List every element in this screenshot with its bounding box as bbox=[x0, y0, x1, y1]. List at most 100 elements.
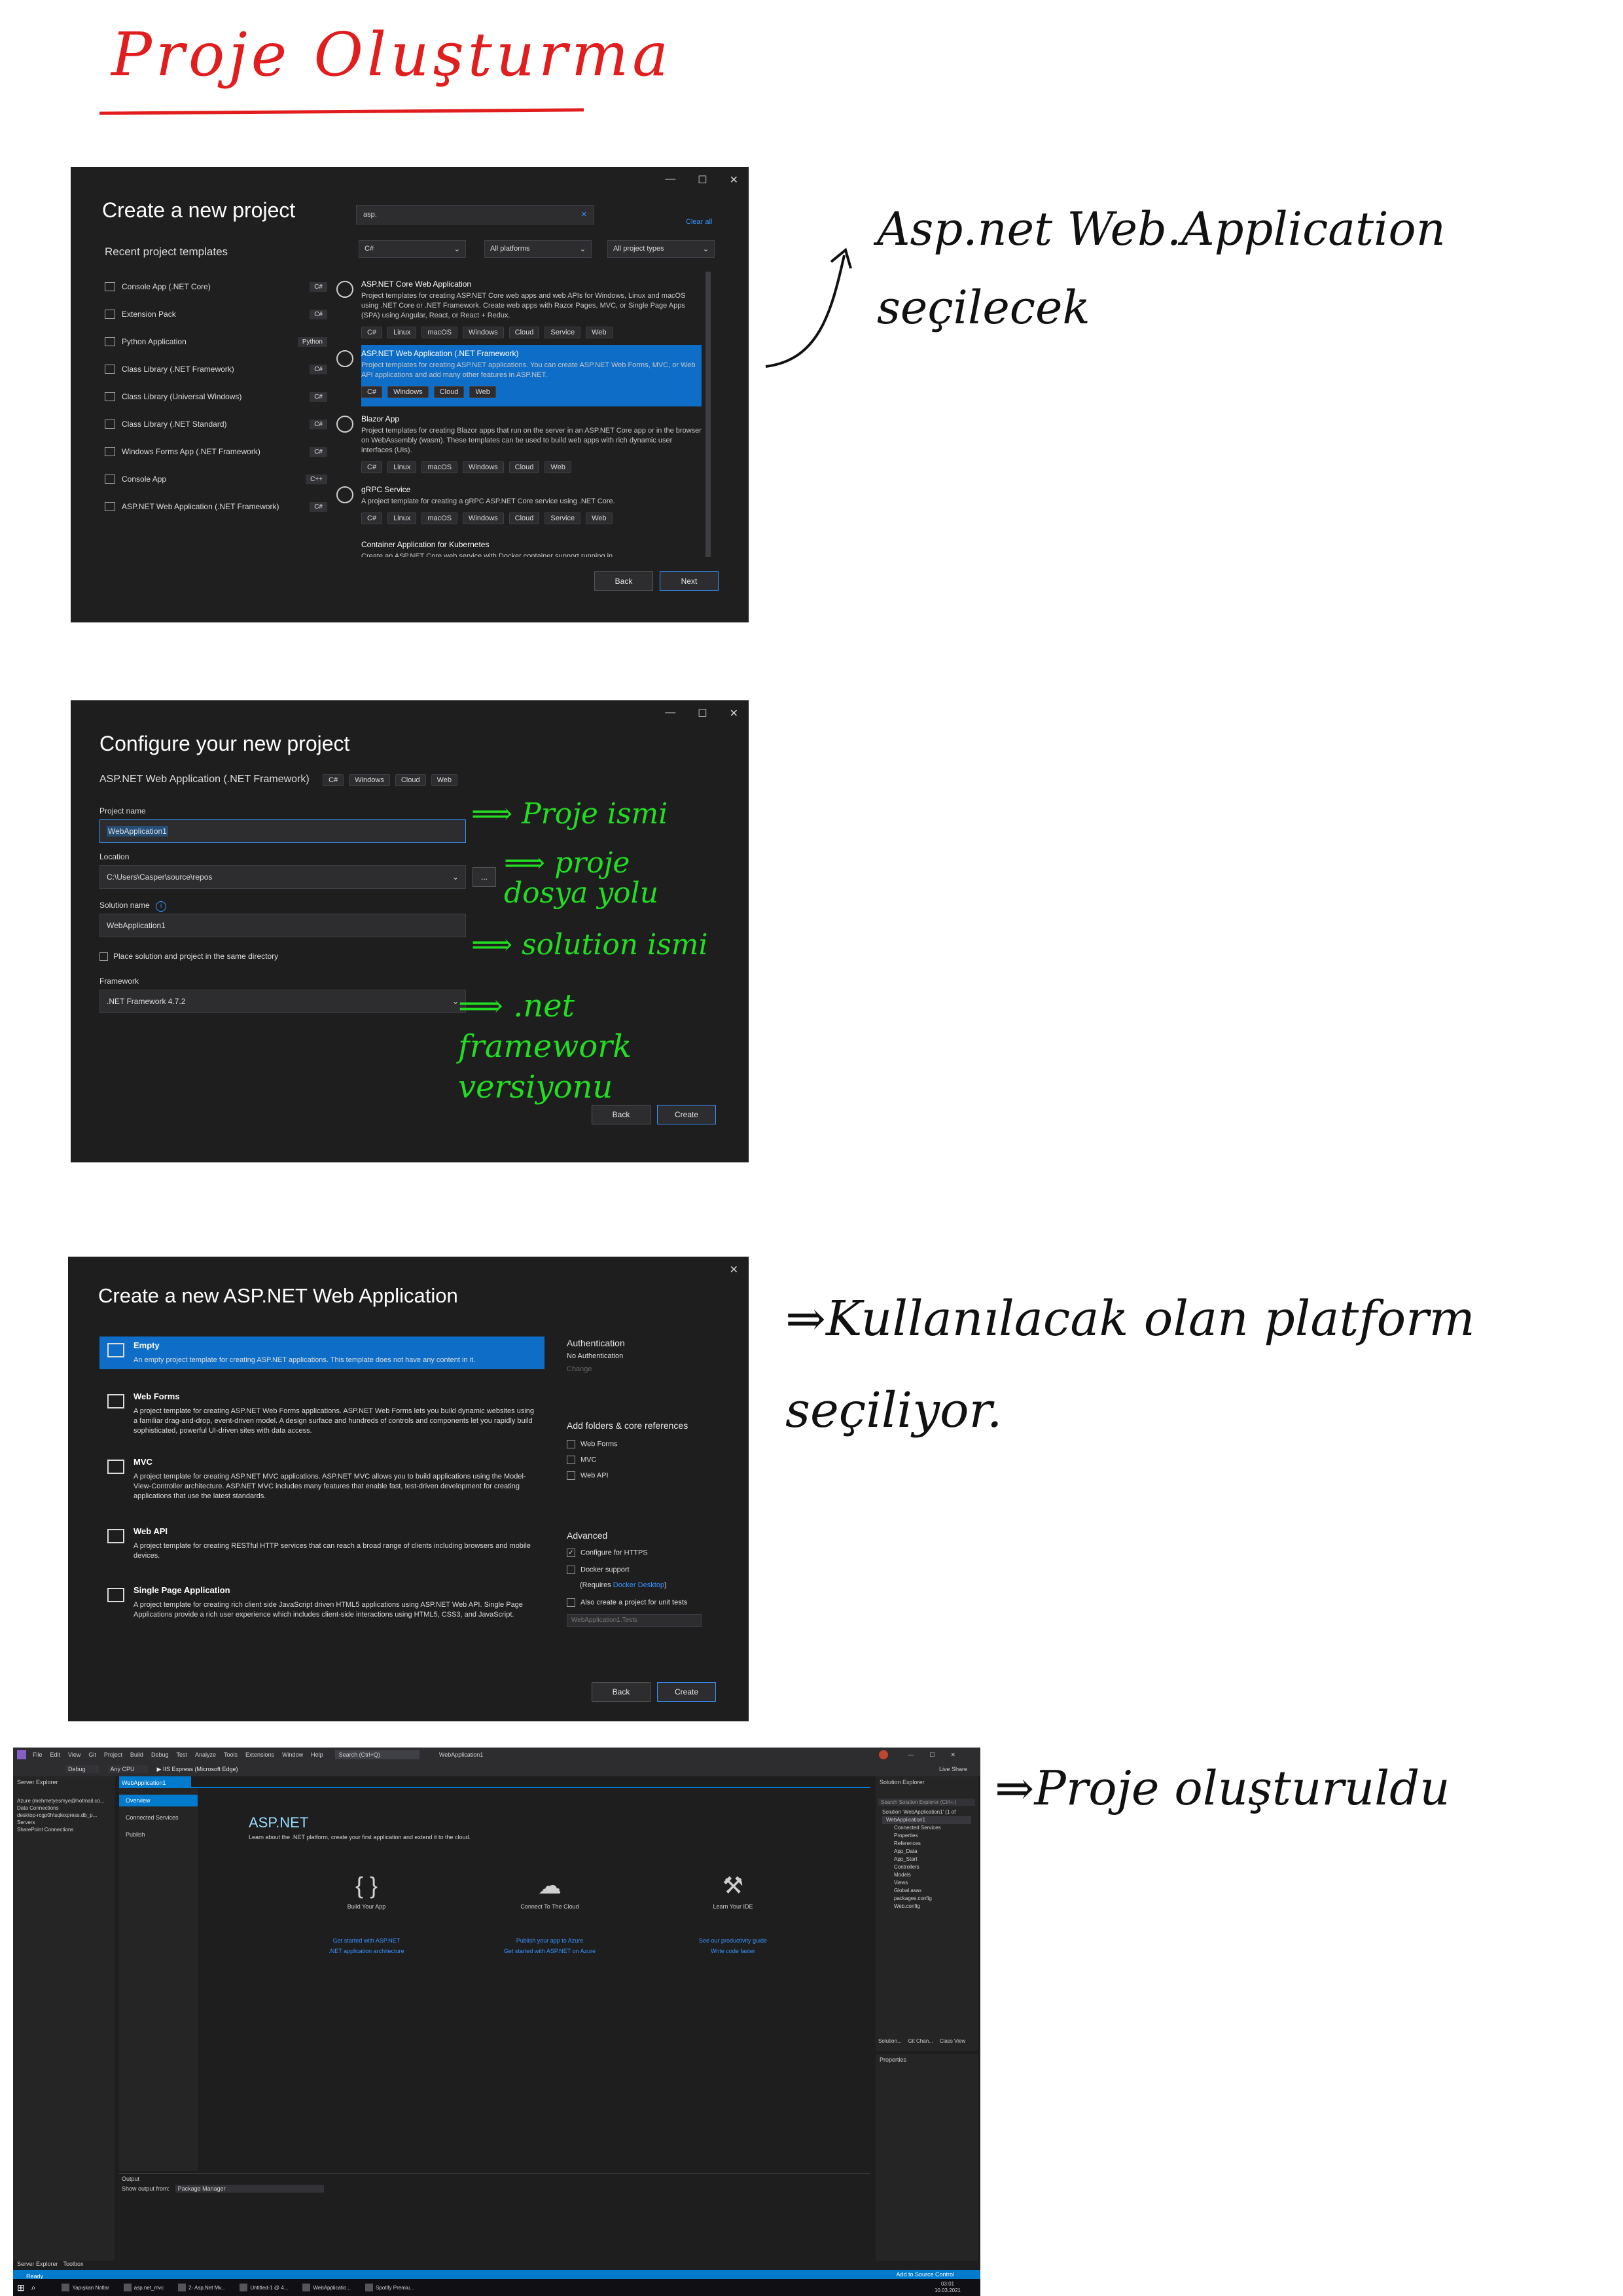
minimize-icon[interactable]: — bbox=[665, 173, 675, 187]
server-explorer-tab[interactable]: Server Explorer bbox=[17, 2261, 58, 2270]
tree-item[interactable]: Data Connections bbox=[17, 1804, 111, 1812]
next-button[interactable]: Next bbox=[660, 571, 719, 591]
menu-item[interactable]: Build bbox=[130, 1751, 143, 1758]
config-select[interactable]: Debug bbox=[65, 1765, 99, 1773]
overview-nav-item[interactable]: Connected Services bbox=[119, 1812, 198, 1823]
solution-panel-tab[interactable]: Git Chan... bbox=[908, 2038, 933, 2044]
aspnet-template-item[interactable]: Web Forms A project template for creating… bbox=[99, 1388, 544, 1440]
tests-name-input[interactable]: WebApplication1.Tests bbox=[567, 1614, 702, 1627]
project-type-filter[interactable]: All project types ⌄ bbox=[607, 240, 715, 258]
tree-item[interactable]: desktop-rcgp0h\sqlexpress.db_p... bbox=[17, 1812, 111, 1819]
taskbar-app[interactable]: WebApplicatio... bbox=[302, 2284, 351, 2291]
card-link[interactable]: Write code faster bbox=[668, 1948, 798, 1954]
menu-item[interactable]: Tools bbox=[224, 1751, 238, 1758]
solution-tree-item[interactable]: Models bbox=[882, 1871, 971, 1879]
window-controls[interactable]: —☐✕ bbox=[908, 1751, 971, 1759]
https-checkbox[interactable]: ✓ Configure for HTTPS bbox=[567, 1549, 648, 1557]
back-button[interactable]: Back bbox=[594, 571, 653, 591]
menu-item[interactable]: Analyze bbox=[195, 1751, 216, 1758]
menu-item[interactable]: View bbox=[68, 1751, 80, 1758]
solution-name-input[interactable]: WebApplication1 bbox=[99, 914, 466, 937]
aspnet-template-item[interactable]: Single Page Application A project templat… bbox=[99, 1581, 544, 1624]
tree-item[interactable]: Azure (mehmetyesmye@hotmail.co... bbox=[17, 1797, 111, 1804]
solution-tree-item[interactable]: Global.asax bbox=[882, 1887, 971, 1895]
template-scrollbar[interactable] bbox=[705, 272, 711, 557]
maximize-icon[interactable]: ☐ bbox=[698, 173, 707, 187]
create-button[interactable]: Create bbox=[657, 1682, 716, 1702]
solution-panel-tab[interactable]: Class View bbox=[940, 2038, 965, 2044]
close-icon[interactable]: ✕ bbox=[730, 1263, 738, 1276]
taskbar-app[interactable]: Yapışkan Notlar bbox=[62, 2284, 109, 2291]
solution-tree-item[interactable]: Solution 'WebApplication1' (1 of bbox=[882, 1808, 971, 1816]
recent-template-item[interactable]: Class Library (.NET Standard) C# bbox=[105, 414, 327, 434]
maximize-icon[interactable]: ☐ bbox=[698, 707, 707, 720]
check-icon[interactable]: ✓ bbox=[567, 1549, 575, 1557]
same-directory-checkbox[interactable]: Place solution and project in the same d… bbox=[99, 952, 278, 961]
card-link[interactable]: .NET application architecture bbox=[301, 1948, 432, 1954]
solution-tree-item[interactable]: References bbox=[882, 1840, 971, 1848]
taskbar-app[interactable]: Untitled-1 @ 4... bbox=[240, 2284, 288, 2291]
recent-template-item[interactable]: Python Application Python bbox=[105, 332, 327, 351]
output-source-select[interactable]: Package Manager bbox=[175, 2185, 324, 2193]
back-button[interactable]: Back bbox=[592, 1682, 651, 1702]
docker-desktop-link[interactable]: Docker Desktop bbox=[613, 1581, 664, 1589]
menu-item[interactable]: Edit bbox=[50, 1751, 61, 1758]
tree-item[interactable]: Servers bbox=[17, 1819, 111, 1826]
solution-tree-item[interactable]: WebApplication1 bbox=[882, 1816, 971, 1824]
solution-tree-item[interactable]: Web.config bbox=[882, 1903, 971, 1910]
platform-filter[interactable]: All platforms ⌄ bbox=[484, 240, 592, 258]
ref-web-api[interactable]: Web API bbox=[567, 1471, 609, 1480]
search-input[interactable]: asp. ✕ bbox=[356, 205, 594, 224]
document-tab[interactable]: WebApplication1 bbox=[119, 1776, 191, 1787]
user-avatar[interactable] bbox=[879, 1750, 889, 1759]
recent-template-item[interactable]: Class Library (.NET Framework) C# bbox=[105, 359, 327, 379]
template-item[interactable]: gRPC Service A project template for creat… bbox=[336, 485, 702, 524]
language-filter[interactable]: C# ⌄ bbox=[359, 240, 466, 258]
aspnet-template-item[interactable]: MVC A project template for creating ASP.N… bbox=[99, 1453, 544, 1505]
recent-template-item[interactable]: Extension Pack C# bbox=[105, 304, 327, 324]
solution-tree-item[interactable]: Controllers bbox=[882, 1863, 971, 1871]
project-name-input[interactable]: WebApplication1 bbox=[99, 819, 466, 843]
ref-web-forms[interactable]: Web Forms bbox=[567, 1440, 618, 1448]
search-input[interactable]: Search (Ctrl+Q) bbox=[334, 1750, 419, 1759]
checkbox-icon[interactable] bbox=[567, 1598, 575, 1607]
info-icon[interactable]: i bbox=[156, 901, 167, 912]
solution-tree-item[interactable]: Views bbox=[882, 1879, 971, 1887]
docker-checkbox[interactable]: Docker support bbox=[567, 1566, 630, 1574]
clock[interactable]: 03:01 10.03.2021 bbox=[935, 2281, 961, 2294]
source-control-button[interactable]: Add to Source Control bbox=[896, 2270, 954, 2279]
template-item[interactable]: ASP.NET Web Application (.NET Framework)… bbox=[336, 349, 702, 398]
toolbox-tab[interactable]: Toolbox bbox=[63, 2261, 84, 2270]
close-icon[interactable]: ✕ bbox=[730, 707, 738, 720]
checkbox-icon[interactable] bbox=[99, 952, 108, 961]
recent-template-item[interactable]: Console App C++ bbox=[105, 469, 327, 489]
card-link[interactable]: Publish your app to Azure bbox=[484, 1937, 615, 1944]
back-button[interactable]: Back bbox=[592, 1105, 651, 1124]
menu-item[interactable]: Window bbox=[282, 1751, 303, 1758]
create-button[interactable]: Create bbox=[657, 1105, 716, 1124]
cpu-select[interactable]: Any CPU bbox=[107, 1765, 148, 1773]
run-button[interactable]: ▶ IIS Express (Microsoft Edge) bbox=[157, 1766, 238, 1773]
aspnet-template-item[interactable]: Empty An empty project template for creat… bbox=[99, 1336, 544, 1369]
clear-all-link[interactable]: Clear all bbox=[686, 218, 712, 226]
solution-tree-item[interactable]: Properties bbox=[882, 1832, 971, 1840]
ref-mvc[interactable]: MVC bbox=[567, 1456, 596, 1464]
menu-item[interactable]: Help bbox=[311, 1751, 323, 1758]
template-item[interactable]: Container Application for Kubernetes Crea… bbox=[361, 540, 702, 557]
menu-item[interactable]: Project bbox=[104, 1751, 122, 1758]
search-icon[interactable]: ⌕ bbox=[31, 2283, 36, 2293]
checkbox-icon[interactable] bbox=[567, 1456, 575, 1464]
tree-item[interactable]: SharePoint Connections bbox=[17, 1826, 111, 1833]
overview-nav-item[interactable]: Publish bbox=[119, 1829, 198, 1840]
taskbar-app[interactable]: asp.net_mvc bbox=[123, 2284, 164, 2291]
overview-nav-item[interactable]: Overview bbox=[119, 1795, 198, 1806]
card-link[interactable]: Get started with ASP.NET bbox=[301, 1937, 432, 1944]
solution-tree-item[interactable]: App_Start bbox=[882, 1856, 971, 1863]
solution-tree-item[interactable]: Connected Services bbox=[882, 1824, 971, 1832]
checkbox-icon[interactable] bbox=[567, 1471, 575, 1480]
aspnet-template-item[interactable]: Web API A project template for creating R… bbox=[99, 1522, 544, 1565]
card-link[interactable]: See our productivity guide bbox=[668, 1937, 798, 1944]
auth-change-link[interactable]: Change bbox=[567, 1365, 592, 1373]
template-item[interactable]: ASP.NET Core Web Application Project temp… bbox=[336, 279, 702, 338]
menu-item[interactable]: File bbox=[33, 1751, 43, 1758]
